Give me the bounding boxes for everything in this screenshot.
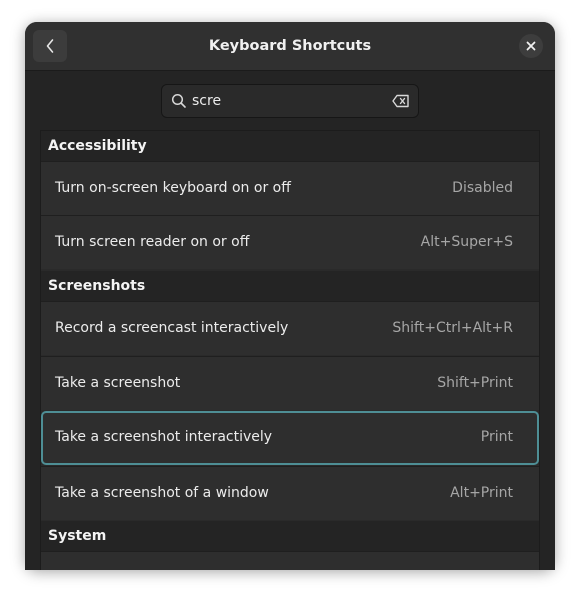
shortcut-row-partial[interactable] [41, 551, 539, 570]
shortcut-row-take-screenshot[interactable]: Take a screenshot Shift+Print [41, 356, 539, 410]
search-input[interactable] [192, 85, 382, 117]
keyboard-shortcuts-dialog: Keyboard Shortcuts Accessibility Turn on… [25, 22, 555, 570]
shortcut-accelerator: Shift+Print [437, 375, 513, 391]
close-icon [526, 41, 536, 51]
shortcut-accelerator: Shift+Ctrl+Alt+R [392, 320, 513, 336]
header-bar: Keyboard Shortcuts [25, 22, 555, 71]
shortcut-accelerator: Alt+Super+S [420, 234, 513, 250]
shortcut-label: Take a screenshot of a window [55, 485, 269, 501]
shortcut-label: Take a screenshot interactively [55, 429, 273, 445]
close-button[interactable] [519, 34, 543, 58]
section-header-system: System [41, 521, 539, 551]
shortcut-accelerator: Alt+Print [450, 485, 513, 501]
window-title: Keyboard Shortcuts [208, 38, 372, 54]
clear-text-icon[interactable] [392, 94, 410, 108]
shortcut-label: Turn screen reader on or off [55, 234, 250, 250]
shortcut-row-onscreen-keyboard[interactable]: Turn on-screen keyboard on or off Disabl… [41, 161, 539, 215]
shortcut-row-record-screencast[interactable]: Record a screencast interactively Shift+… [41, 301, 539, 355]
shortcut-accelerator: Print [480, 429, 513, 445]
shortcut-row-screenshot-interactively[interactable]: Take a screenshot interactively Print [41, 411, 539, 465]
search-entry[interactable] [161, 84, 419, 118]
shortcut-label: Take a screenshot [55, 375, 181, 391]
search-icon [171, 93, 186, 108]
section-header-accessibility: Accessibility [41, 131, 539, 161]
section-header-screenshots: Screenshots [41, 271, 539, 301]
shortcut-row-screen-reader[interactable]: Turn screen reader on or off Alt+Super+S [41, 215, 539, 269]
shortcut-accelerator: Disabled [452, 180, 513, 196]
shortcut-row-screenshot-window[interactable]: Take a screenshot of a window Alt+Print [41, 466, 539, 520]
shortcut-label: Record a screencast interactively [55, 320, 289, 336]
shortcuts-list: Accessibility Turn on-screen keyboard on… [40, 130, 540, 570]
shortcut-label: Turn on-screen keyboard on or off [55, 180, 291, 196]
